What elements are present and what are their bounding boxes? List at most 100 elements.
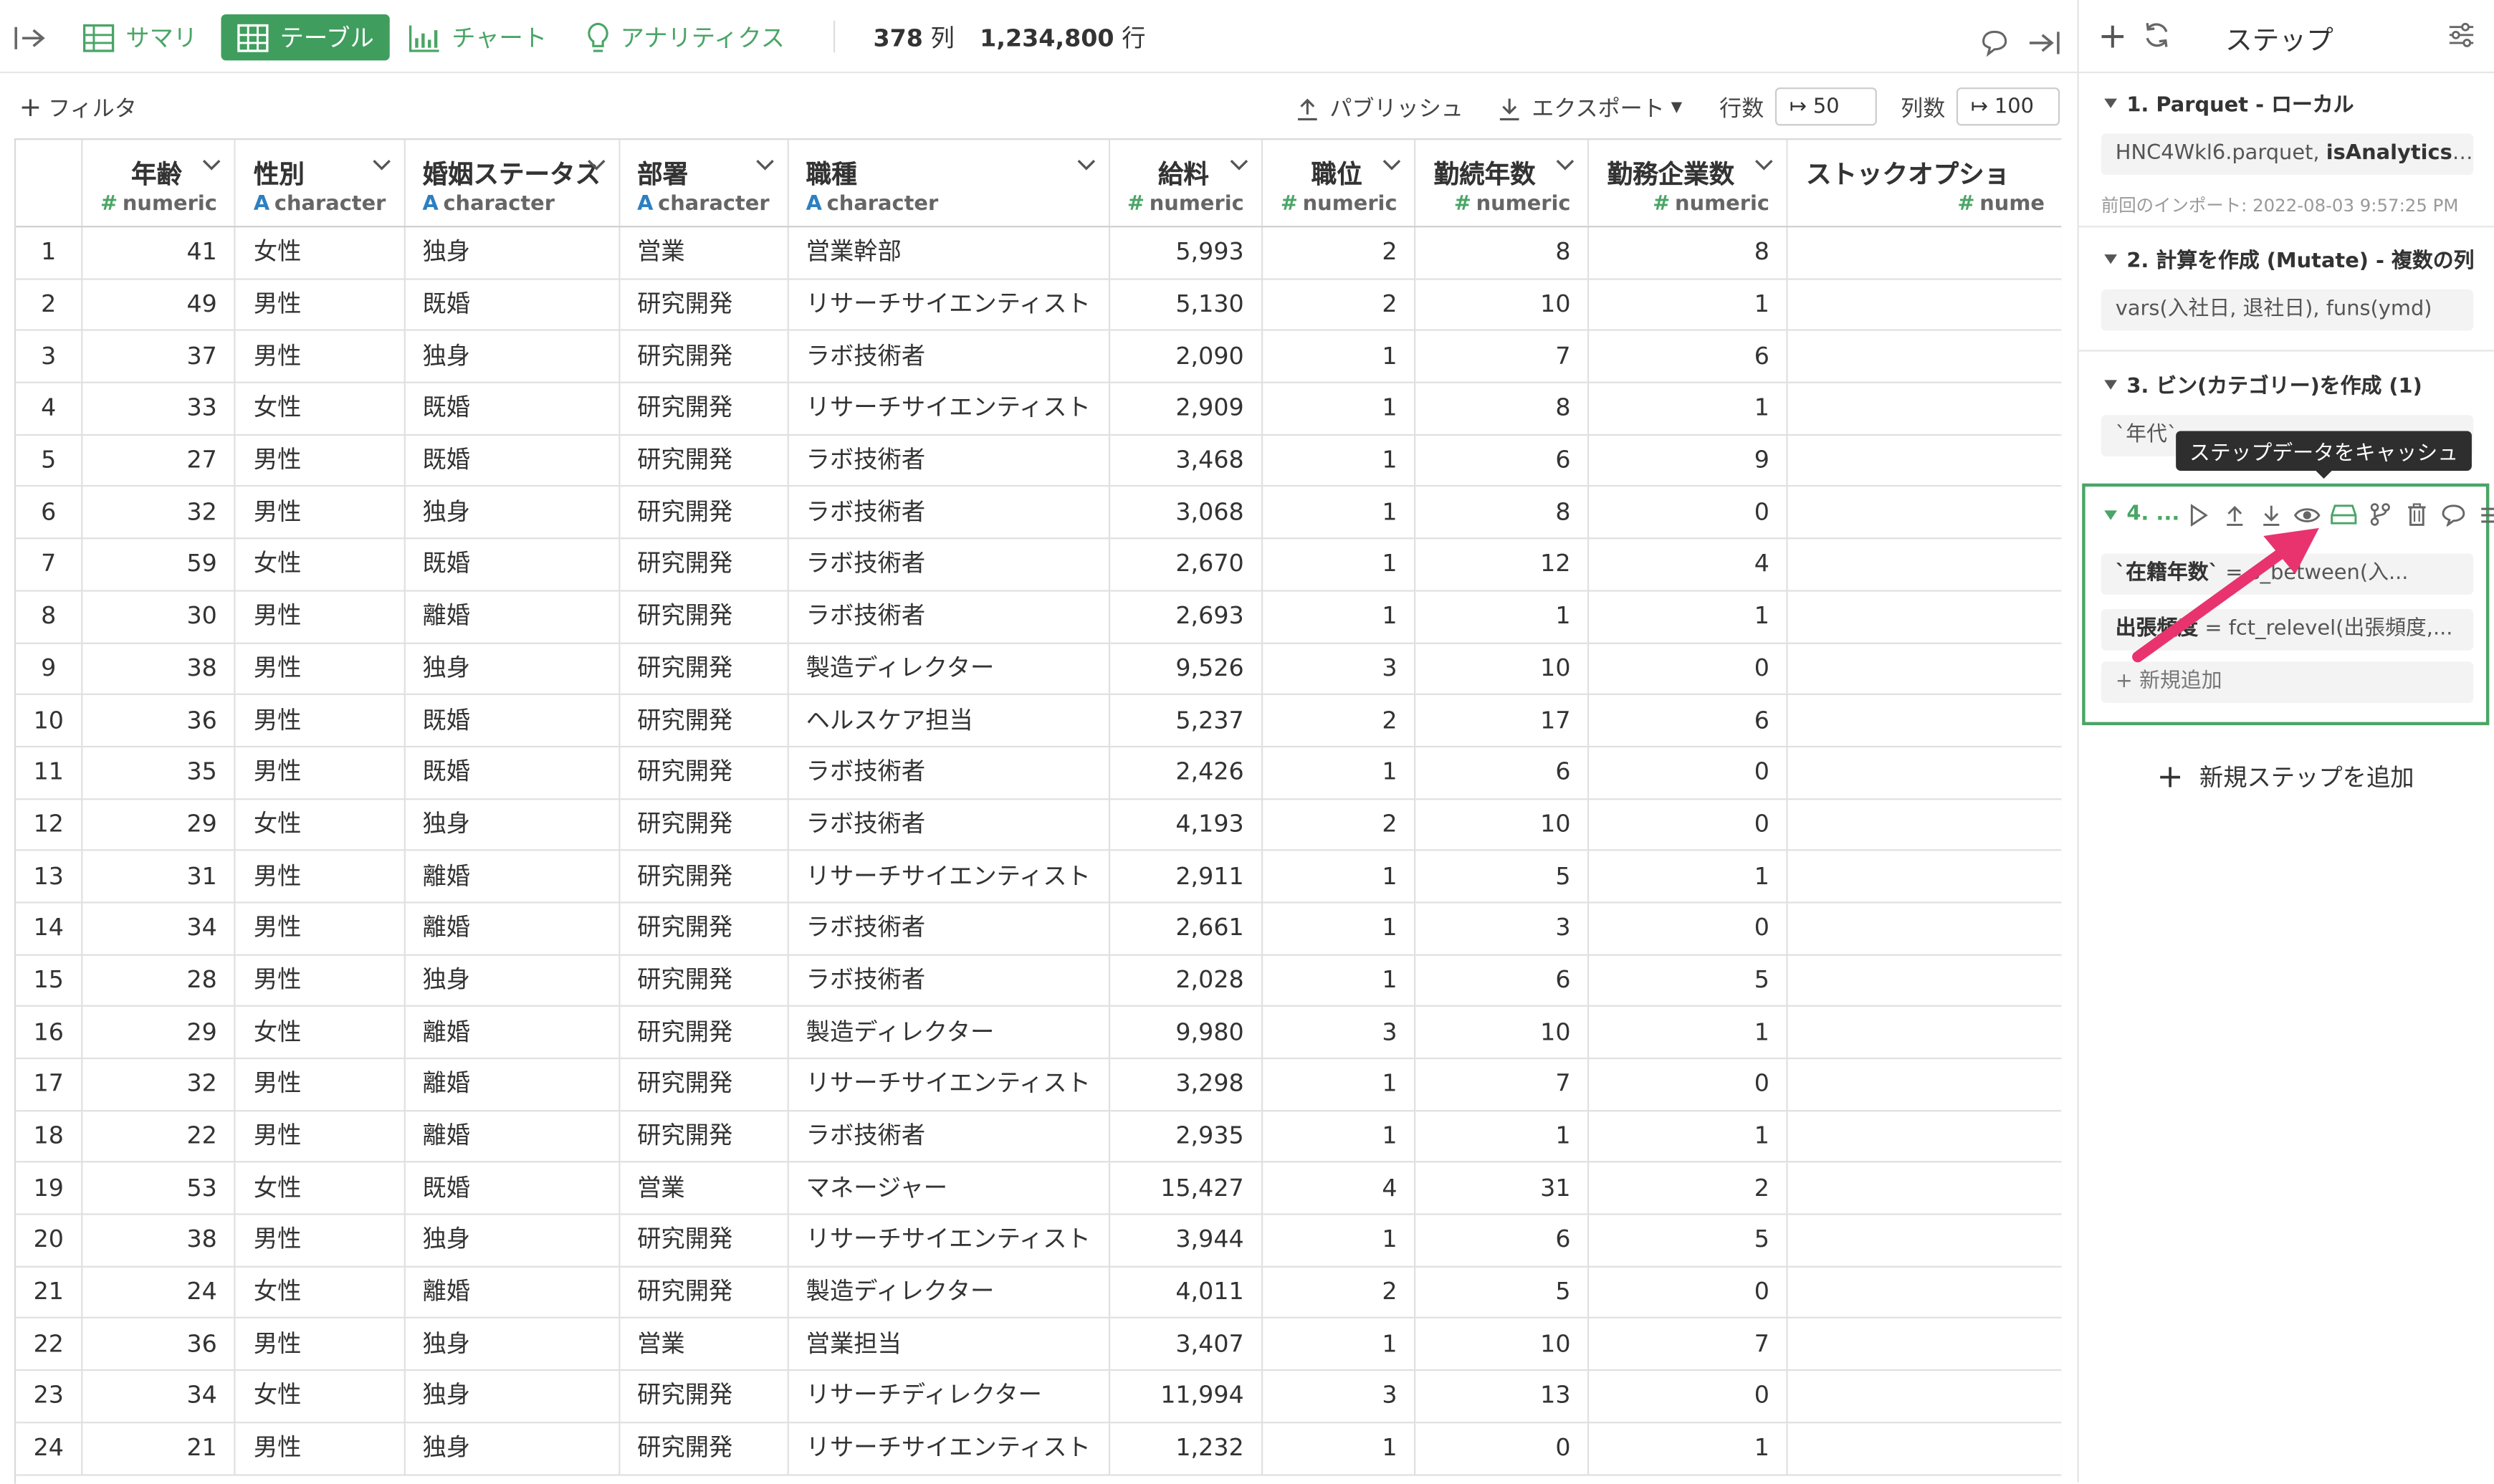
table-cell: 研究開発 — [618, 954, 789, 1007]
table-cell: 営業 — [618, 226, 789, 279]
table-cell: 49 — [82, 278, 236, 332]
table-row[interactable]: 17 32 男性 離婚 研究開発 リサーチサイエンティスト 3,298 1 7 0 — [16, 1058, 2062, 1111]
table-row[interactable]: 5 27 男性 既婚 研究開発 ラボ技術者 3,468 1 6 9 — [16, 434, 2062, 488]
table-row[interactable]: 16 29 女性 離婚 研究開発 製造ディレクター 9,980 3 10 1 — [16, 1006, 2062, 1060]
table-row[interactable]: 24 21 男性 独身 研究開発 リサーチサイエンティスト 1,232 1 0 1 — [16, 1422, 2062, 1475]
table-cell: 10 — [1415, 278, 1590, 332]
table-cell: 2,935 — [1109, 1110, 1263, 1164]
table-cell: 研究開発 — [618, 1370, 789, 1423]
table-cell: 男性 — [235, 1110, 406, 1164]
add-new-step-button[interactable]: + 新規ステップを追加 — [2157, 757, 2414, 795]
settings-sliders-icon[interactable] — [2448, 22, 2475, 54]
add-filter-button[interactable]: + フィルタ — [19, 92, 137, 124]
column-header[interactable]: 職位 # numeric — [1262, 140, 1417, 228]
chevron-down-icon[interactable] — [1230, 159, 1249, 172]
column-header[interactable]: ストックオプショ # nume — [1787, 140, 2062, 228]
table-row[interactable]: 7 59 女性 既婚 研究開発 ラボ技術者 2,670 1 12 4 — [16, 538, 2062, 592]
table-row[interactable]: 10 36 男性 既婚 研究開発 ヘルスケア担当 5,237 2 17 6 — [16, 694, 2062, 747]
table-row[interactable]: 6 32 男性 独身 研究開発 ラボ技術者 3,068 1 8 0 — [16, 486, 2062, 540]
chevron-down-icon[interactable] — [203, 159, 222, 172]
table-cell: 2,909 — [1109, 382, 1263, 436]
comment-icon[interactable] — [2440, 501, 2467, 528]
table-cell: 59 — [82, 538, 236, 592]
rows-input[interactable]: ↦ 50 — [1774, 87, 1877, 126]
chevron-down-icon[interactable] — [1383, 159, 1403, 172]
chevron-down-icon[interactable] — [586, 159, 606, 172]
branch-icon[interactable] — [2366, 501, 2394, 528]
table-row[interactable]: 20 38 男性 独身 研究開発 リサーチサイエンティスト 3,944 1 6 5 — [16, 1214, 2062, 1268]
table-cell: 11,994 — [1109, 1370, 1263, 1423]
collapse-left-icon[interactable] — [13, 14, 59, 60]
column-header[interactable]: 性別 Acharacter — [235, 140, 406, 228]
collapse-right-icon[interactable] — [2027, 19, 2073, 65]
table-row[interactable]: 21 24 女性 離婚 研究開発 製造ディレクター 4,011 2 5 0 — [16, 1266, 2062, 1319]
step-1[interactable]: 1. Parquet - ローカル HNC4Wkl6.parquet, isAn… — [2078, 73, 2494, 228]
table-row[interactable]: 3 37 男性 独身 研究開発 ラボ技術者 2,090 1 7 6 — [16, 330, 2062, 384]
column-name: 職種 — [806, 158, 857, 190]
table-cell: 32 — [82, 486, 236, 540]
step-1-detail[interactable]: HNC4Wkl6.parquet, isAnalyticsRD... — [2101, 133, 2474, 176]
table-row[interactable]: 13 31 男性 離婚 研究開発 リサーチサイエンティスト 2,911 1 5 1 — [16, 850, 2062, 904]
table-row[interactable]: 23 34 女性 独身 研究開発 リサーチディレクター 11,994 3 13 0 — [16, 1370, 2062, 1423]
table-row[interactable]: 2 49 男性 既婚 研究開発 リサーチサイエンティスト 5,130 2 10 1 — [16, 278, 2062, 332]
column-name: 婚姻ステータス — [422, 158, 601, 190]
column-header[interactable]: 年齢 # numeric — [82, 140, 236, 228]
table-cell: ラボ技術者 — [788, 1110, 1110, 1164]
cache-tooltip: ステップデータをキャッシュ — [2176, 431, 2472, 479]
table-cell: ラボ技術者 — [788, 538, 1110, 592]
comment-icon[interactable] — [1980, 19, 2020, 65]
table-row[interactable]: 15 28 男性 独身 研究開発 ラボ技術者 2,028 1 6 5 — [16, 954, 2062, 1007]
cols-input[interactable]: ↦ 100 — [1956, 87, 2060, 126]
column-header[interactable]: 給料 # numeric — [1109, 140, 1263, 228]
table-cell: 研究開発 — [618, 642, 789, 696]
table-cell: 既婚 — [403, 1162, 620, 1215]
plus-icon: + — [19, 92, 42, 125]
export-dropdown[interactable]: エクスポート ▼ — [1499, 92, 1682, 124]
table-cell: 2 — [1262, 694, 1417, 747]
table-row[interactable]: 1 41 女性 独身 営業 営業幹部 5,993 2 8 8 — [16, 226, 2062, 279]
chevron-down-icon[interactable] — [371, 159, 391, 172]
table-cell: 37 — [82, 330, 236, 384]
menu-hamburger-icon[interactable] — [2477, 501, 2494, 528]
table-cell: 女性 — [235, 1266, 406, 1319]
table-row[interactable]: 8 30 男性 離婚 研究開発 ラボ技術者 2,693 1 1 1 — [16, 590, 2062, 643]
table-cell — [1787, 1214, 2062, 1268]
tab-analytics[interactable]: アナリティクス — [587, 14, 785, 60]
step-2[interactable]: 2. 計算を作成 (Mutate) - 複数の列 vars(入社日, 退社日),… — [2078, 227, 2494, 352]
table-row[interactable]: 19 53 女性 既婚 営業 マネージャー 15,427 4 31 2 — [16, 1162, 2062, 1215]
table-cell: 0 — [1589, 486, 1789, 540]
table-row[interactable]: 22 36 男性 独身 営業 営業担当 3,407 1 10 7 — [16, 1318, 2062, 1371]
chevron-down-icon[interactable] — [755, 159, 775, 172]
table-cell — [1787, 1370, 2062, 1423]
table-row[interactable]: 12 29 女性 独身 研究開発 ラボ技術者 4,193 2 10 0 — [16, 798, 2062, 851]
step-2-detail[interactable]: vars(入社日, 退社日), funs(ymd) — [2101, 289, 2474, 331]
row-index: 14 — [16, 902, 83, 956]
tab-chart[interactable]: チャート — [408, 14, 547, 60]
add-step-label: 新規ステップを追加 — [2199, 762, 2414, 792]
table-grid-icon — [82, 23, 115, 52]
add-step-plus-icon[interactable]: + — [2098, 17, 2127, 57]
delete-trash-icon[interactable] — [2404, 501, 2431, 528]
table-cell — [1787, 694, 2062, 747]
table-row[interactable]: 4 33 女性 既婚 研究開発 リサーチサイエンティスト 2,909 1 8 1 — [16, 382, 2062, 436]
refresh-icon[interactable] — [2143, 21, 2172, 56]
tab-table[interactable]: テーブル — [221, 14, 390, 61]
chevron-down-icon[interactable] — [1755, 159, 1774, 172]
chevron-down-icon[interactable] — [1557, 159, 1576, 172]
column-header[interactable]: 勤務企業数 # numeric — [1589, 140, 1789, 228]
column-header[interactable]: 勤続年数 # numeric — [1415, 140, 1590, 228]
table-cell: 1 — [1262, 902, 1417, 956]
table-cell — [1787, 538, 2062, 592]
table-row[interactable]: 9 38 男性 独身 研究開発 製造ディレクター 9,526 3 10 0 — [16, 642, 2062, 696]
tab-chart-label: チャート — [452, 24, 548, 53]
chevron-down-icon[interactable] — [1076, 159, 1096, 172]
column-header[interactable]: 婚姻ステータス Acharacter — [403, 140, 620, 228]
tab-summary[interactable]: サマリ — [82, 14, 197, 60]
table-row[interactable]: 18 22 男性 離婚 研究開発 ラボ技術者 2,935 1 1 1 — [16, 1110, 2062, 1164]
column-header[interactable]: 職種 Acharacter — [788, 140, 1110, 228]
table-row[interactable]: 11 35 男性 既婚 研究開発 ラボ技術者 2,426 1 6 0 — [16, 746, 2062, 800]
publish-button[interactable]: パブリッシュ — [1296, 92, 1463, 124]
column-header[interactable]: 部署 Acharacter — [618, 140, 789, 228]
table-cell — [1787, 382, 2062, 436]
table-row[interactable]: 14 34 男性 離婚 研究開発 ラボ技術者 2,661 1 3 0 — [16, 902, 2062, 956]
